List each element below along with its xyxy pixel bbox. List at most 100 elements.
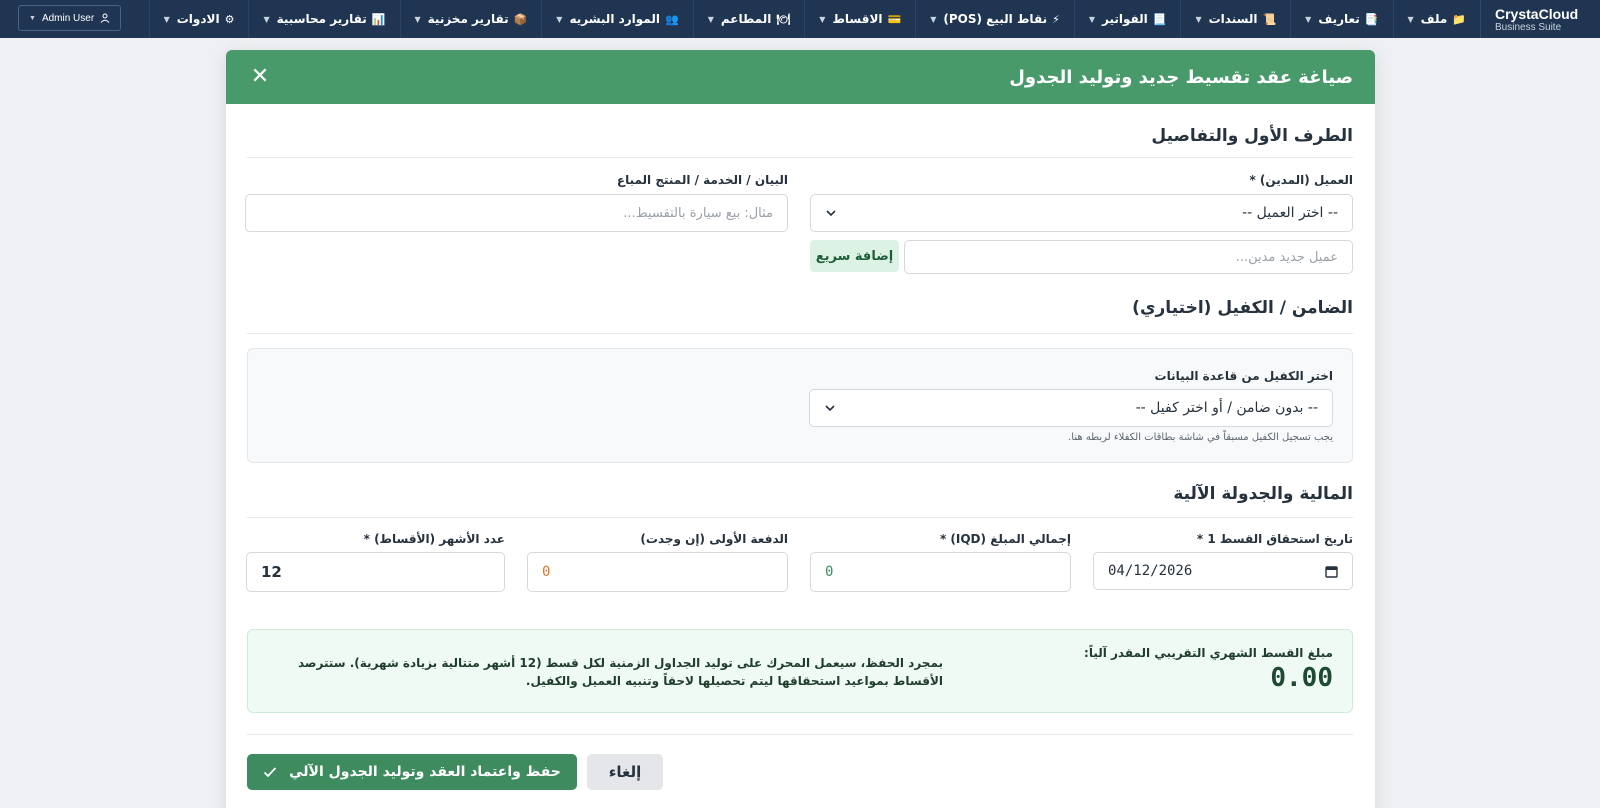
user-icon xyxy=(100,13,110,23)
section-finance-title: المالية والجدولة الآلية xyxy=(1173,484,1353,504)
customer-label: العميل (المدين) * xyxy=(1249,173,1353,187)
guarantor-select[interactable]: -- بدون ضامن / أو اختر كفيل -- xyxy=(809,389,1333,427)
menu-restaurants[interactable]: 🍽 المطاعم ▼ xyxy=(692,0,805,38)
installment-contract-modal: صياغة عقد تقسيط جديد وتوليد الجدول ✕ الط… xyxy=(226,50,1375,808)
divider xyxy=(247,333,1353,334)
caret-down-icon: ▼ xyxy=(29,14,36,22)
modal-header: صياغة عقد تقسيط جديد وتوليد الجدول ✕ xyxy=(226,50,1375,104)
menu-label: تعاريف xyxy=(1318,12,1360,26)
first-due-date-input[interactable]: 04/12/2026 xyxy=(1093,552,1353,590)
months-count-value: 12 xyxy=(261,563,282,581)
new-customer-placeholder: عميل جديد مدين... xyxy=(1235,249,1338,265)
folder-icon: 📁 xyxy=(1452,12,1466,26)
caret-down-icon: ▼ xyxy=(930,14,937,24)
description-label: البيان / الخدمة / المنتج المباع xyxy=(616,173,788,187)
calendar-icon xyxy=(1325,565,1338,578)
total-amount-value: 0 xyxy=(825,564,834,580)
cancel-button[interactable]: إلغاء xyxy=(587,754,663,790)
check-icon xyxy=(263,767,277,778)
guarantor-hint: يجب تسجيل الكفيل مسبقاً في شاشة بطاقات ا… xyxy=(1068,432,1333,443)
down-payment-value: 0 xyxy=(542,564,551,580)
scroll-icon: 📜 xyxy=(1262,12,1277,26)
close-button[interactable]: ✕ xyxy=(248,66,272,88)
menu-inventory-reports[interactable]: 📦 تقارير مخزنية ▼ xyxy=(399,0,542,38)
guarantor-label: اختر الكفيل من قاعدة البيانات xyxy=(1154,369,1333,383)
brand-name: CrystaCloud xyxy=(1495,5,1579,22)
down-payment-input[interactable]: 0 xyxy=(527,552,788,592)
page-icon: 📃 xyxy=(1152,12,1167,26)
section-guarantor-title: الضامن / الكفيل (اختياري) xyxy=(1132,298,1353,318)
menu-label: تقارير مخزنية xyxy=(427,12,509,26)
monthly-installment-label: مبلغ القسط الشهري التقريبي المقدر آلياً: xyxy=(1084,646,1333,660)
first-due-date-value: 04/12/2026 xyxy=(1108,563,1193,579)
customer-select-value: -- اختر العميل -- xyxy=(1242,205,1338,221)
caret-down-icon: ▼ xyxy=(1407,14,1414,24)
menu-accounting-reports[interactable]: 📊 تقارير محاسبية ▼ xyxy=(248,0,399,38)
people-icon: 👥 xyxy=(664,12,679,26)
save-contract-button[interactable]: حفظ واعتماد العقد وتوليد الجدول الآلي xyxy=(247,754,577,790)
total-amount-label: إجمالي المبلغ (IQD) * xyxy=(939,532,1071,546)
menu-label: المطاعم xyxy=(720,12,772,26)
monthly-installment-value: 0.00 xyxy=(1270,663,1333,693)
gear-icon: ⚙ xyxy=(224,12,235,26)
caret-down-icon: ▼ xyxy=(819,14,826,24)
caret-down-icon: ▼ xyxy=(163,14,170,24)
new-customer-input[interactable]: عميل جديد مدين... xyxy=(904,240,1353,274)
months-count-input[interactable]: 12 xyxy=(246,552,505,592)
user-menu[interactable]: ▼ Admin User xyxy=(18,5,122,31)
top-navbar: CrystaCloud Business Suite 📁 ملف ▼ 📑 تعاريف… xyxy=(0,0,1600,38)
brand-subtitle: Business Suite xyxy=(1495,21,1562,33)
guarantor-select-value: -- بدون ضامن / أو اختر كفيل -- xyxy=(1135,400,1318,416)
menu-vouchers[interactable]: 📜 السندات ▼ xyxy=(1180,0,1290,38)
menu-label: ملف xyxy=(1420,12,1448,26)
customer-select[interactable]: -- اختر العميل -- xyxy=(810,194,1353,232)
brand-logo[interactable]: CrystaCloud Business Suite xyxy=(1480,0,1600,38)
caret-down-icon: ▼ xyxy=(1088,14,1095,24)
menu-label: الموارد البشريه xyxy=(569,12,660,26)
menu-tools[interactable]: ⚙ الادوات ▼ xyxy=(148,0,249,38)
credit-card-icon: 💳 xyxy=(887,12,902,26)
plate-icon: 🍽 xyxy=(776,12,791,26)
menu-file[interactable]: 📁 ملف ▼ xyxy=(1392,0,1480,38)
close-icon: ✕ xyxy=(250,64,270,89)
description-placeholder: مثال: بيع سيارة بالتقسيط... xyxy=(623,205,773,221)
menu-definitions[interactable]: 📑 تعاريف ▼ xyxy=(1290,0,1392,38)
menu-installments[interactable]: 💳 الاقساط ▼ xyxy=(804,0,915,38)
months-count-label: عدد الأشهر (الأقساط) * xyxy=(363,532,505,546)
chevron-down-icon xyxy=(825,405,835,412)
section-first-party-title: الطرف الأول والتفاصيل xyxy=(1151,126,1353,146)
menu-label: الادوات xyxy=(176,12,220,26)
first-due-date-label: تاريخ استحقاق القسط 1 * xyxy=(1196,532,1353,546)
lightning-icon: ⚡ xyxy=(1052,12,1060,26)
divider xyxy=(247,734,1353,735)
menu-label: السندات xyxy=(1208,12,1258,26)
caret-down-icon: ▼ xyxy=(556,14,563,24)
caret-down-icon: ▼ xyxy=(1305,14,1312,24)
menu-label: نقاط البيع (POS) xyxy=(943,12,1048,26)
package-icon: 📦 xyxy=(513,12,528,26)
caret-down-icon: ▼ xyxy=(707,14,714,24)
menu-label: الاقساط xyxy=(832,12,883,26)
user-name: Admin User xyxy=(41,12,95,24)
caret-down-icon: ▼ xyxy=(1195,14,1202,24)
save-contract-label: حفظ واعتماد العقد وتوليد الجدول الآلي xyxy=(289,764,561,780)
caret-down-icon: ▼ xyxy=(263,14,270,24)
menu-hr[interactable]: 👥 الموارد البشريه ▼ xyxy=(541,0,692,38)
main-menu: 📁 ملف ▼ 📑 تعاريف ▼ 📜 السندات ▼ 📃 الفواتير ▼ ⚡ نقا… xyxy=(148,0,1480,38)
menu-label: الفواتير xyxy=(1101,12,1148,26)
total-amount-input[interactable]: 0 xyxy=(810,552,1071,592)
caret-down-icon: ▼ xyxy=(414,14,421,24)
menu-invoices[interactable]: 📃 الفواتير ▼ xyxy=(1073,0,1181,38)
down-payment-label: الدفعة الأولى (إن وجدت) xyxy=(640,532,788,546)
schedule-generation-note: بمجرد الحفظ، سيعمل المحرك على توليد الجد… xyxy=(297,656,943,688)
chevron-down-icon xyxy=(826,210,836,217)
bookmark-tabs-icon: 📑 xyxy=(1364,12,1379,26)
modal-title: صياغة عقد تقسيط جديد وتوليد الجدول xyxy=(1009,66,1353,88)
description-input[interactable]: مثال: بيع سيارة بالتقسيط... xyxy=(245,194,788,232)
bar-chart-icon: 📊 xyxy=(371,12,386,26)
menu-label: تقارير محاسبية xyxy=(276,12,367,26)
quick-add-button[interactable]: إضافة سريع xyxy=(810,240,899,272)
divider xyxy=(247,517,1353,518)
menu-pos[interactable]: ⚡ نقاط البيع (POS) ▼ xyxy=(915,0,1074,38)
divider xyxy=(247,157,1353,158)
